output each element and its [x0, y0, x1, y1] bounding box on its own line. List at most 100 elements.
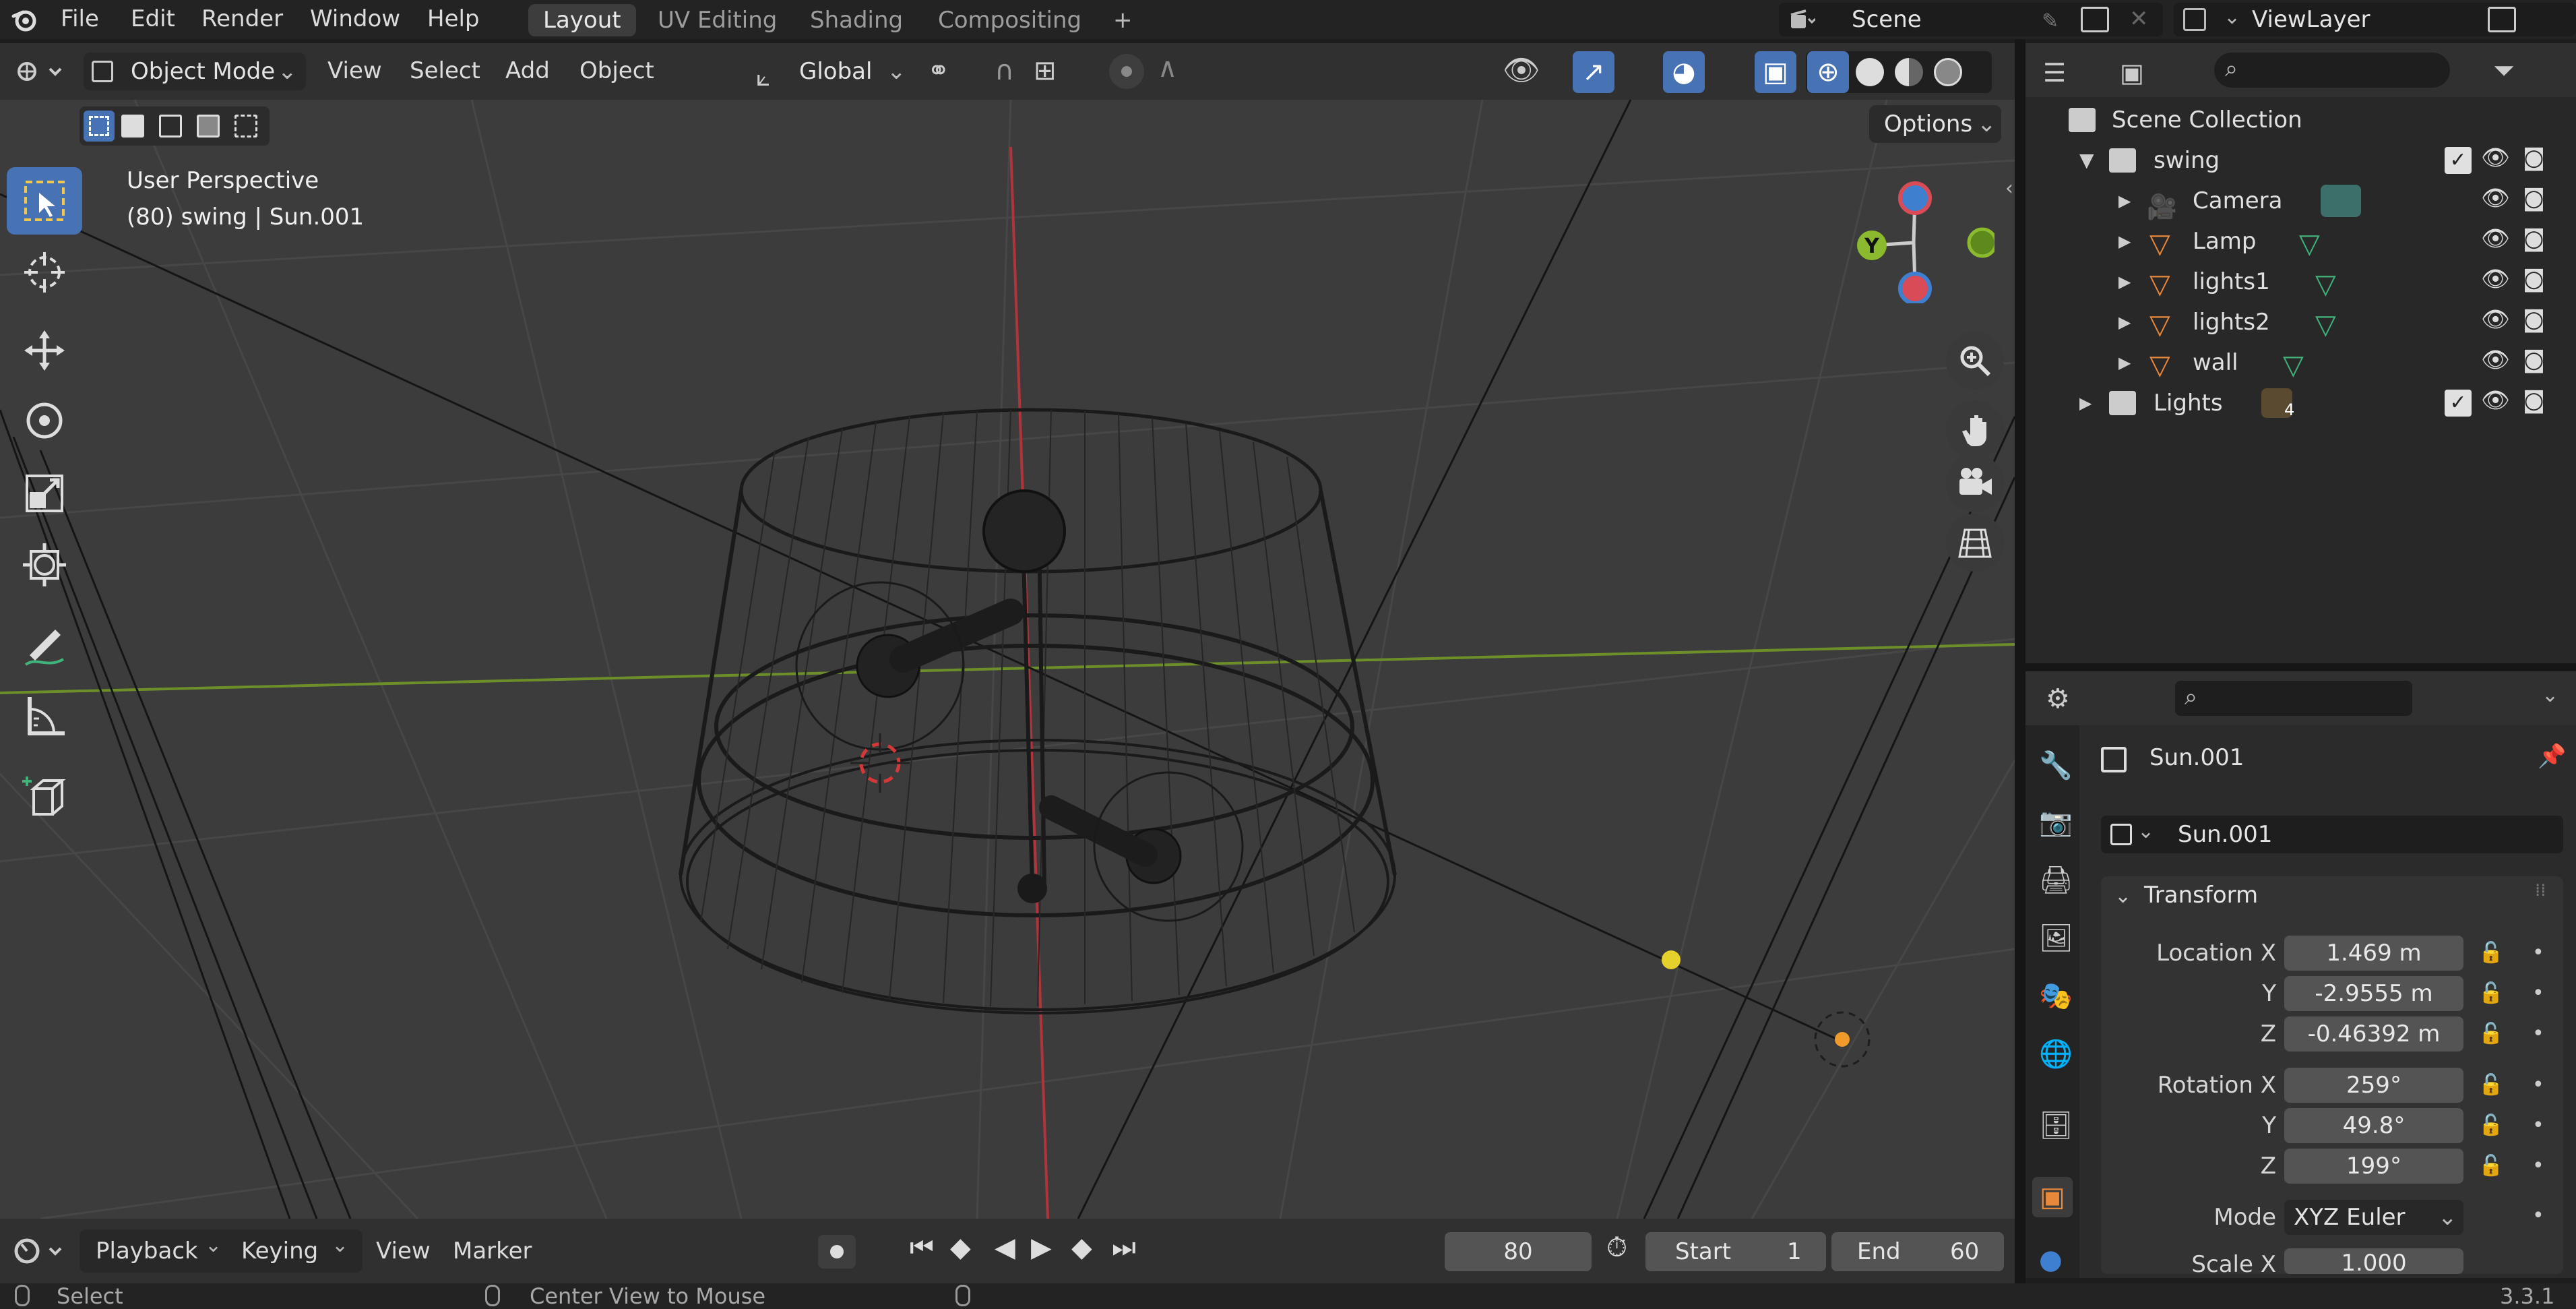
object-name-field[interactable]: ⌄ Sun.001 — [2101, 816, 2563, 853]
eye-icon[interactable]: 👁 — [2481, 225, 2510, 252]
world-tab-icon[interactable]: 🌐 — [2039, 1038, 2073, 1070]
rotation-x-field[interactable]: 259° — [2284, 1068, 2463, 1103]
tab-compositing[interactable]: Compositing — [923, 4, 1096, 36]
rotation-mode-dropdown[interactable]: XYZ Euler ⌄ — [2284, 1200, 2463, 1235]
menu-view[interactable]: View — [318, 53, 391, 89]
select-subtract-icon[interactable] — [159, 115, 182, 138]
material-shading-icon[interactable] — [1895, 58, 1923, 86]
rendered-shading-icon[interactable] — [1934, 58, 1962, 86]
render-camera-icon[interactable]: ◙ — [2523, 225, 2545, 252]
area-divider-horizontal[interactable] — [2025, 663, 2576, 671]
render-camera-icon[interactable]: ◙ — [2523, 266, 2545, 293]
solid-shading-icon[interactable] — [1856, 58, 1884, 86]
keyframe-dot-icon[interactable]: • — [2532, 981, 2544, 1005]
properties-editor-type-icon[interactable]: ⚙ — [2046, 683, 2070, 714]
menu-render[interactable]: Render — [192, 3, 292, 35]
next-keyframe-icon[interactable]: ◆ — [1071, 1232, 1092, 1263]
scale-tool[interactable] — [7, 460, 82, 527]
keyframe-dot-icon[interactable]: • — [2532, 1114, 2544, 1137]
perspective-toggle-icon[interactable] — [1946, 514, 2004, 572]
menu-file[interactable]: File — [51, 3, 108, 35]
transform-tool[interactable] — [7, 531, 82, 599]
menu-help[interactable]: Help — [418, 3, 489, 35]
exclude-checkbox[interactable]: ✓ — [2445, 147, 2472, 174]
properties-search-input[interactable]: ⌕ — [2175, 681, 2412, 716]
stopwatch-icon[interactable]: ⏱ — [1606, 1232, 1627, 1263]
camera-view-icon[interactable] — [1946, 454, 2004, 512]
chevron-down-icon[interactable]: ⌄ — [2542, 683, 2558, 707]
filter-icon[interactable]: ⏷ — [2493, 55, 2515, 86]
current-frame-field[interactable]: 80 — [1445, 1232, 1592, 1271]
output-tab-icon[interactable]: 🖨 — [2039, 864, 2073, 896]
lock-icon[interactable]: 🔓 — [2478, 1073, 2503, 1097]
rotation-y-field[interactable]: 49.8° — [2284, 1108, 2463, 1143]
view-layer-name[interactable]: ViewLayer — [2252, 3, 2370, 36]
lock-icon[interactable]: 🔓 — [2478, 1022, 2503, 1045]
expand-arrow-icon[interactable]: ▶ — [2118, 181, 2131, 221]
location-z-field[interactable]: -0.46392 m — [2284, 1016, 2463, 1052]
cursor-tool[interactable] — [7, 239, 82, 306]
select-new-icon[interactable] — [84, 111, 115, 142]
play-icon[interactable]: ▶ — [1031, 1232, 1052, 1263]
view-layer-tab-icon[interactable]: 🖼 — [2039, 922, 2073, 954]
eye-icon[interactable]: 👁 — [2481, 387, 2510, 414]
mode-dropdown[interactable]: Object Mode ⌄ — [84, 53, 306, 90]
eye-icon[interactable]: 👁 — [2481, 266, 2510, 293]
visibility-icon[interactable]: 👁 — [1503, 53, 1540, 88]
xray-toggle-icon[interactable]: ▣ — [1755, 51, 1796, 93]
object-tab-icon[interactable]: ▣ — [2032, 1177, 2073, 1217]
jump-end-icon[interactable]: ⏭ — [1112, 1232, 1136, 1263]
select-difference-icon[interactable] — [197, 115, 220, 138]
keyframe-dot-icon[interactable]: • — [2532, 1154, 2544, 1178]
render-tab-icon[interactable]: 📷 — [2039, 806, 2073, 838]
menu-edit[interactable]: Edit — [121, 3, 185, 35]
pan-hand-icon[interactable] — [1946, 400, 2004, 458]
play-reverse-icon[interactable]: ◀ — [995, 1232, 1015, 1263]
timeline-editor-type-icon[interactable] — [7, 1232, 71, 1270]
display-mode-icon[interactable]: ▣ — [2120, 58, 2144, 88]
prev-keyframe-icon[interactable]: ◆ — [950, 1232, 971, 1263]
scene-name[interactable]: Scene — [1852, 3, 1922, 36]
rotation-z-field[interactable]: 199° — [2284, 1149, 2463, 1184]
menu-playback[interactable]: Playback — [88, 1232, 206, 1270]
measure-tool[interactable] — [7, 682, 82, 750]
close-icon[interactable]: ✕ — [2129, 5, 2149, 32]
tab-layout[interactable]: Layout — [528, 4, 636, 36]
tool-tab-icon[interactable]: 🔧 — [2039, 750, 2073, 781]
keyframe-dot-icon[interactable]: • — [2532, 1204, 2544, 1227]
menu-add[interactable]: Add — [496, 53, 559, 89]
lock-icon[interactable]: 🔓 — [2478, 1114, 2503, 1137]
zoom-icon[interactable] — [1946, 332, 2004, 390]
expand-arrow-icon[interactable]: ▶ — [2118, 221, 2131, 262]
navigation-gizmo[interactable]: Y — [1833, 175, 1998, 305]
pin-icon[interactable]: ✎ — [2042, 9, 2059, 33]
overlay-toggle-icon[interactable]: ◕ — [1663, 51, 1705, 93]
tab-uv-editing[interactable]: UV Editing — [643, 4, 792, 36]
sidebar-toggle-icon[interactable]: ‹ — [2005, 177, 2013, 200]
area-divider-vertical[interactable] — [2015, 39, 2025, 1283]
render-camera-icon[interactable]: ◙ — [2523, 387, 2545, 414]
wireframe-shading-icon[interactable]: ⊕ — [1807, 51, 1849, 93]
menu-window[interactable]: Window — [301, 3, 410, 35]
keyframe-dot-icon[interactable]: • — [2532, 1022, 2544, 1045]
start-frame-field[interactable]: Start 1 — [1645, 1232, 1826, 1271]
falloff-icon[interactable]: ∧ — [1158, 53, 1177, 84]
scale-x-field[interactable]: 1.000 — [2284, 1248, 2463, 1274]
location-y-field[interactable]: -2.9555 m — [2284, 976, 2463, 1011]
snap-icon[interactable]: ∩ — [995, 55, 1014, 86]
new-view-layer-icon[interactable] — [2488, 7, 2516, 32]
menu-object[interactable]: Object — [570, 53, 664, 89]
location-x-field[interactable]: 1.469 m — [2284, 936, 2463, 971]
pivot-icon[interactable]: ⚭ — [927, 55, 950, 86]
expand-arrow-icon[interactable]: ▼ — [2079, 140, 2094, 181]
render-camera-icon[interactable]: ◙ — [2523, 306, 2545, 333]
outliner-editor-type-icon[interactable]: ☰ — [2043, 58, 2066, 88]
add-cube-tool[interactable] — [7, 763, 82, 830]
keyframe-dot-icon[interactable]: • — [2532, 941, 2544, 965]
collection-tab-icon[interactable]: 🗄 — [2039, 1109, 2073, 1141]
transform-panel-title[interactable]: Transform — [2144, 882, 2258, 909]
annotate-tool[interactable] — [7, 612, 82, 679]
rotate-tool[interactable] — [7, 387, 82, 454]
editor-type-button[interactable] — [7, 53, 71, 90]
lock-icon[interactable]: 🔓 — [2478, 1154, 2503, 1178]
